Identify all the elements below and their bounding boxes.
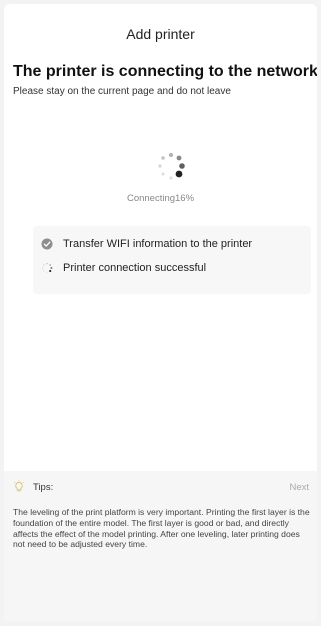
step-label: Transfer WIFI information to the printer — [63, 238, 253, 250]
progress-label: Connecting — [126, 193, 176, 204]
check-circle-icon — [41, 238, 53, 250]
tips-header: Tips: — [13, 480, 53, 494]
tips-body-text: The leveling of the print platform is ve… — [13, 507, 310, 550]
lightbulb-icon — [14, 480, 24, 492]
step-label: Printer connection successful — [63, 262, 207, 274]
progress-percent: 16% — [175, 193, 195, 204]
next-tip-link[interactable]: Next — [289, 482, 309, 493]
step-transfer-wifi: Transfer WIFI information to the printer — [41, 238, 252, 250]
app-screen: Add printer The printer is connecting to… — [4, 4, 317, 622]
step-printer-connection: Printer connection successful — [41, 262, 206, 274]
spinner-icon — [41, 262, 53, 274]
tips-section: Tips: Next The leveling of the print pla… — [4, 471, 317, 622]
connection-headline: The printer is connecting to the network — [13, 63, 317, 80]
connection-progress-text: Connecting16% — [4, 193, 317, 204]
page-title: Add printer — [126, 26, 195, 42]
tips-title: Tips: — [33, 481, 54, 493]
loading-spinner-icon — [158, 153, 185, 180]
connection-subline: Please stay on the current page and do n… — [13, 86, 231, 97]
connection-steps-card: Transfer WIFI information to the printer… — [33, 226, 311, 294]
